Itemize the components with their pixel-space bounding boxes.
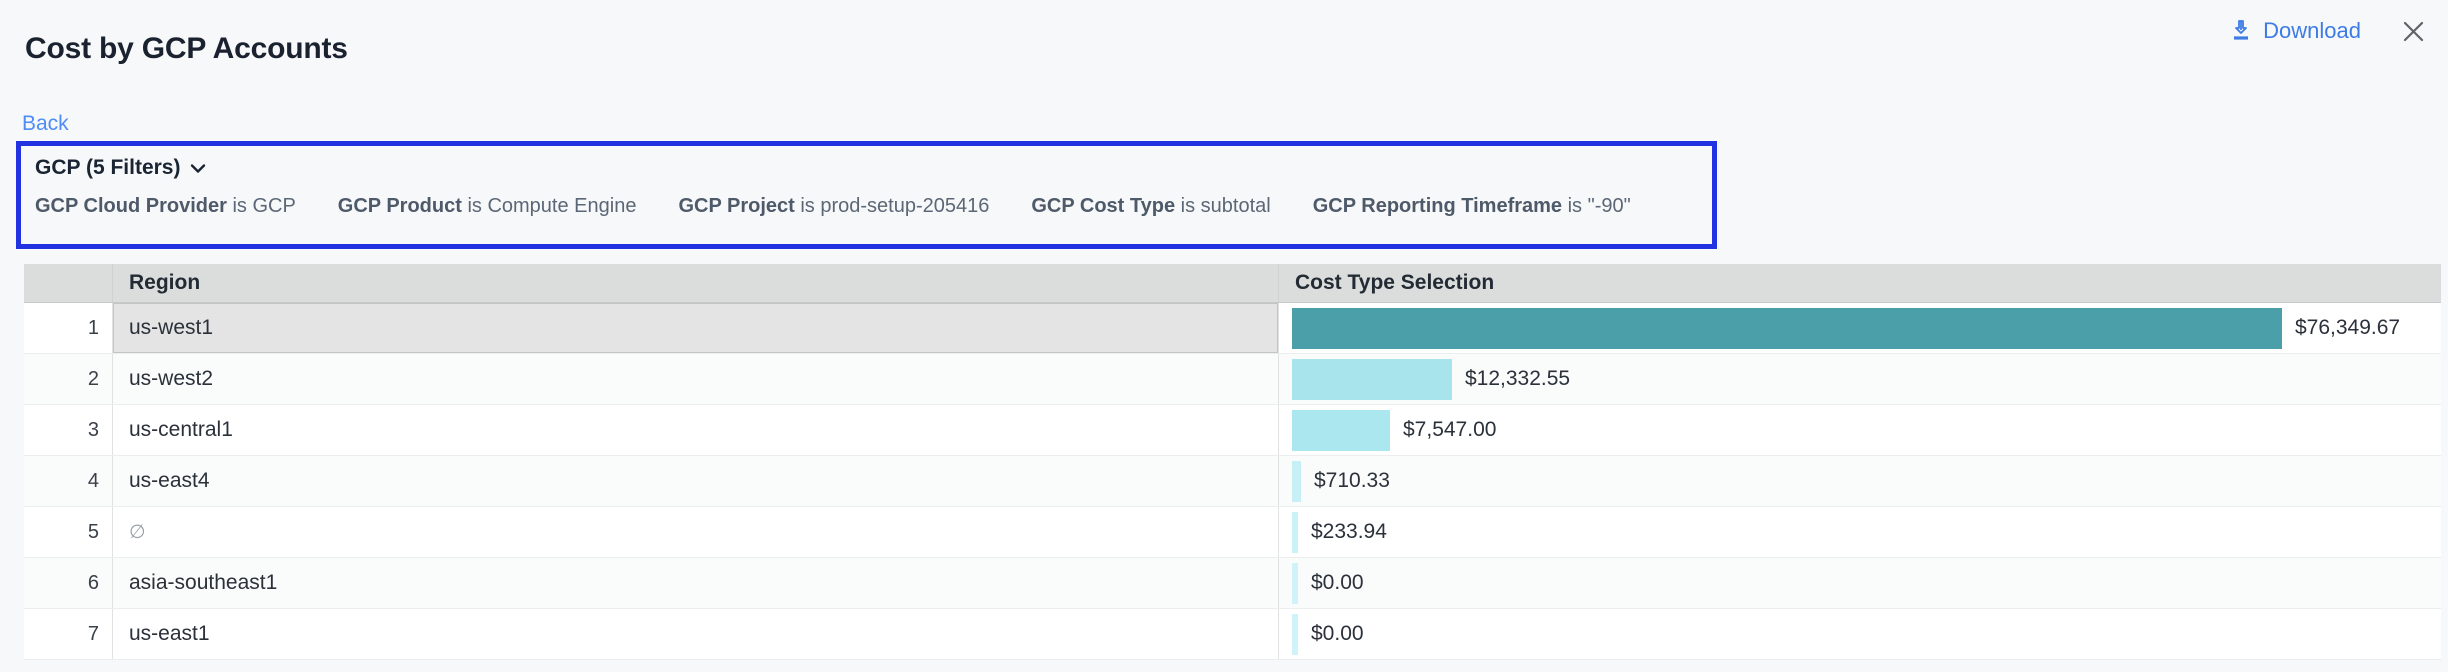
- table-row[interactable]: 3 us-central1 $7,547.00: [24, 405, 2441, 456]
- cost-cell: $233.94: [1278, 507, 2441, 557]
- table-row[interactable]: 7 us-east1 $0.00: [24, 609, 2441, 660]
- table-row[interactable]: 1 us-west1 $76,349.67: [24, 303, 2441, 354]
- region-cell-selected[interactable]: us-west1: [112, 303, 1278, 353]
- region-cell[interactable]: asia-southeast1: [112, 558, 1278, 608]
- table-row[interactable]: 2 us-west2 $12,332.55: [24, 354, 2441, 405]
- cost-cell: $710.33: [1278, 456, 2441, 506]
- cost-value: $76,349.67: [2295, 316, 2400, 340]
- cost-value: $0.00: [1311, 571, 1364, 595]
- row-number: 6: [24, 558, 112, 608]
- cost-table: Region Cost Type Selection 1 us-west1 $7…: [24, 264, 2441, 660]
- cost-value: $710.33: [1314, 469, 1390, 493]
- download-button[interactable]: Download: [2230, 18, 2361, 44]
- filter-chip-product[interactable]: GCP Product is Compute Engine: [338, 195, 637, 218]
- cost-cell: $76,349.67: [1278, 303, 2441, 353]
- cost-type-selection-column-header[interactable]: Cost Type Selection: [1278, 264, 2441, 302]
- chevron-down-icon: [190, 163, 206, 174]
- back-link[interactable]: Back: [22, 112, 69, 136]
- region-cell[interactable]: ∅: [112, 507, 1278, 557]
- cost-bar: [1292, 461, 1301, 502]
- region-cell[interactable]: us-central1: [112, 405, 1278, 455]
- cost-bar: [1292, 563, 1298, 604]
- cost-cell: $0.00: [1278, 609, 2441, 659]
- cost-value: $0.00: [1311, 622, 1364, 646]
- cost-bar: [1292, 308, 2282, 349]
- table-row[interactable]: 4 us-east4 $710.33: [24, 456, 2441, 507]
- cost-bar: [1292, 614, 1298, 655]
- region-cell[interactable]: us-east4: [112, 456, 1278, 506]
- region-cell[interactable]: us-east1: [112, 609, 1278, 659]
- applied-filter-list: GCP Cloud Provider is GCP GCP Product is…: [35, 195, 1712, 218]
- row-number: 7: [24, 609, 112, 659]
- table-row[interactable]: 5 ∅ $233.94: [24, 507, 2441, 558]
- cost-cell: $7,547.00: [1278, 405, 2441, 455]
- cost-value: $12,332.55: [1465, 367, 1570, 391]
- filter-chip-cloud-provider[interactable]: GCP Cloud Provider is GCP: [35, 195, 296, 218]
- filter-summary-dropdown[interactable]: GCP (5 Filters): [35, 156, 206, 180]
- null-value-symbol: ∅: [129, 521, 146, 544]
- row-number: 2: [24, 354, 112, 404]
- page-title: Cost by GCP Accounts: [25, 32, 348, 66]
- cost-value: $7,547.00: [1403, 418, 1496, 442]
- cost-cell: $0.00: [1278, 558, 2441, 608]
- row-number: 1: [24, 303, 112, 353]
- row-number: 3: [24, 405, 112, 455]
- header-actions: Download: [2230, 18, 2426, 44]
- row-number: 4: [24, 456, 112, 506]
- cost-value: $233.94: [1311, 520, 1387, 544]
- filter-chip-reporting-timeframe[interactable]: GCP Reporting Timeframe is "-90": [1313, 195, 1631, 218]
- table-row[interactable]: 6 asia-southeast1 $0.00: [24, 558, 2441, 609]
- row-number-column-header: [24, 264, 112, 302]
- cost-bar: [1292, 410, 1390, 451]
- row-number: 5: [24, 507, 112, 557]
- cost-bar: [1292, 512, 1298, 553]
- region-column-header[interactable]: Region: [112, 264, 1278, 302]
- table-header: Region Cost Type Selection: [24, 264, 2441, 303]
- region-cell[interactable]: us-west2: [112, 354, 1278, 404]
- close-icon[interactable]: [2401, 19, 2426, 44]
- download-icon: [2230, 19, 2252, 43]
- filter-panel: GCP (5 Filters) GCP Cloud Provider is GC…: [16, 141, 1717, 249]
- cost-bar: [1292, 359, 1452, 400]
- filter-chip-project[interactable]: GCP Project is prod-setup-205416: [678, 195, 989, 218]
- download-label: Download: [2263, 18, 2361, 44]
- cost-cell: $12,332.55: [1278, 354, 2441, 404]
- filter-chip-cost-type[interactable]: GCP Cost Type is subtotal: [1031, 195, 1270, 218]
- filter-summary-label: GCP (5 Filters): [35, 156, 180, 180]
